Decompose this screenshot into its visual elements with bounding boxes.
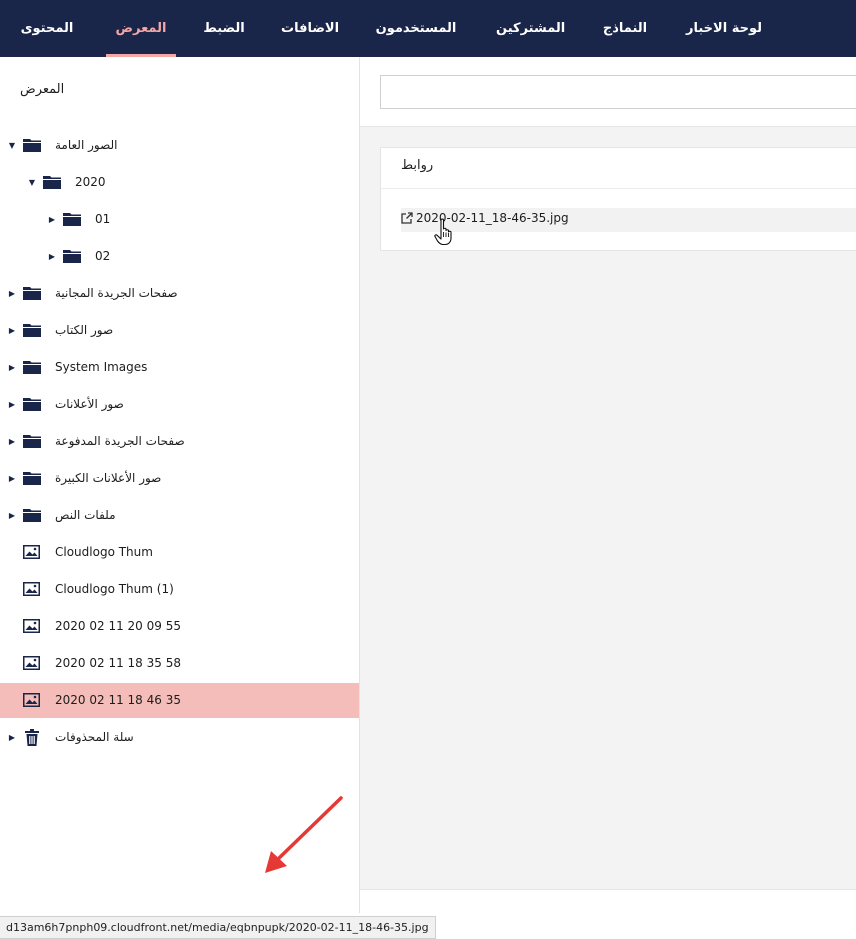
tree-item-system-images[interactable]: ▶ System Images [0, 350, 359, 385]
tree-item-label: 2020 [75, 175, 106, 189]
tab-label: النماذج [602, 21, 648, 36]
tab-label: الاضافات [281, 21, 340, 36]
tree-item-label: سلة المحذوفات [55, 730, 134, 744]
links-panel-header: روابط [381, 148, 856, 189]
tree-item-free-newspaper-pages[interactable]: ▶ صفحات الجريدة المجانية [0, 276, 359, 311]
tree-item-label: ملفات النص [55, 508, 116, 522]
trash-icon [25, 729, 39, 746]
tree-item-02[interactable]: ▶ 02 [0, 239, 359, 274]
tree-item-2020[interactable]: ▼ 2020 [0, 165, 359, 200]
tree-item-label: 01 [95, 212, 111, 226]
folder-icon [23, 139, 41, 152]
gallery-tree-sidebar: المعرض ▼ الصور العامة ▼ 2020 ▶ 01 ▶ 02 ▶… [0, 57, 360, 913]
folder-icon [23, 324, 41, 337]
top-navigation: لوحة الاخبار النماذج المشتركين المستخدمو… [0, 0, 856, 57]
folder-icon [23, 509, 41, 522]
tree-item-large-ads-images[interactable]: ▶ صور الأعلانات الكبيرة [0, 461, 359, 496]
tree-item-label: 2020 02 11 20 09 55 [55, 619, 181, 633]
tab-label: المعرض [115, 21, 167, 36]
tree-item-label: Cloudlogo Thum [55, 545, 153, 559]
tab-plugins[interactable]: الاضافات [281, 0, 340, 57]
tree-item-01[interactable]: ▶ 01 [0, 202, 359, 237]
tab-label: الضبط [203, 21, 245, 36]
caret-right-icon[interactable]: ▶ [7, 424, 17, 459]
tab-news-dashboard[interactable]: لوحة الاخبار [686, 0, 762, 57]
caret-right-icon[interactable]: ▶ [47, 239, 57, 274]
file-link[interactable]: 2020-02-11_18-46-35.jpg [401, 208, 856, 232]
tree-item-label: صور الأعلانات الكبيرة [55, 471, 162, 485]
tree-item-label: الصور العامة [55, 138, 118, 152]
tree-item-recycle-bin[interactable]: ▶ سلة المحذوفات [0, 720, 359, 755]
annotation-arrow-icon [265, 796, 343, 873]
tree-item-label: 02 [95, 249, 111, 263]
tree-item-paid-newspaper-pages[interactable]: ▶ صفحات الجريدة المدفوعة [0, 424, 359, 459]
tab-subscribers[interactable]: المشتركين [496, 0, 566, 57]
tab-label: لوحة الاخبار [686, 21, 762, 36]
tree-item-ads-images[interactable]: ▶ صور الأعلانات [0, 387, 359, 422]
tree-item-cloudlogo-thum-1[interactable]: Cloudlogo Thum (1) [0, 572, 359, 607]
tree-item-label: صور الكتاب [55, 323, 114, 337]
tree-item-label: 2020 02 11 18 35 58 [55, 656, 181, 670]
caret-right-icon[interactable]: ▶ [7, 720, 17, 755]
image-icon [23, 693, 40, 707]
tree-item-label: صفحات الجريدة المدفوعة [55, 434, 185, 448]
sidebar-title: المعرض [20, 82, 65, 97]
tab-content[interactable]: المحتوى [17, 0, 77, 57]
tree-item-label: صفحات الجريدة المجانية [55, 286, 178, 300]
tab-label: المستخدمون [375, 21, 457, 36]
folder-icon [23, 435, 41, 448]
caret-right-icon[interactable]: ▶ [7, 387, 17, 422]
caret-right-icon[interactable]: ▶ [7, 498, 17, 533]
image-icon [23, 545, 40, 559]
caret-right-icon[interactable]: ▶ [7, 276, 17, 311]
caret-down-icon[interactable]: ▼ [7, 128, 17, 163]
tree-item-image-20200211184635[interactable]: 2020 02 11 18 46 35 [0, 683, 359, 718]
browser-status-url: d13am6h7pnph09.cloudfront.net/media/eqbn… [0, 916, 436, 939]
external-link-icon [401, 212, 413, 224]
tab-gallery[interactable]: المعرض [106, 0, 176, 57]
tree-item-label: Cloudlogo Thum (1) [55, 582, 174, 596]
caret-right-icon[interactable]: ▶ [7, 461, 17, 496]
search-bar [360, 57, 856, 127]
search-input[interactable] [380, 75, 856, 109]
folder-icon [23, 398, 41, 411]
tree-item-image-20200211183558[interactable]: 2020 02 11 18 35 58 [0, 646, 359, 681]
folder-icon [23, 361, 41, 374]
caret-right-icon[interactable]: ▶ [7, 313, 17, 348]
folder-icon [63, 213, 81, 226]
folder-icon [43, 176, 61, 189]
image-icon [23, 619, 40, 633]
tree-item-writers-images[interactable]: ▶ صور الكتاب [0, 313, 359, 348]
tree-item-label: System Images [55, 360, 148, 374]
tab-label: المحتوى [20, 21, 74, 36]
folder-icon [23, 472, 41, 485]
main-content: روابط 2020-02-11_18-46-35.jpg [360, 57, 856, 889]
caret-right-icon[interactable]: ▶ [47, 202, 57, 237]
hand-cursor-icon [434, 218, 452, 246]
tree-item-label: 2020 02 11 18 46 35 [55, 693, 181, 707]
tree-item-label: صور الأعلانات [55, 397, 124, 411]
tab-label: المشتركين [496, 21, 566, 36]
links-title: روابط [401, 158, 434, 173]
tab-settings[interactable]: الضبط [202, 0, 246, 57]
tree-item-cloudlogo-thum[interactable]: Cloudlogo Thum [0, 535, 359, 570]
tab-users[interactable]: المستخدمون [374, 0, 458, 57]
tab-forms[interactable]: النماذج [599, 0, 651, 57]
folder-icon [63, 250, 81, 263]
image-icon [23, 656, 40, 670]
tree-item-text-files[interactable]: ▶ ملفات النص [0, 498, 359, 533]
caret-right-icon[interactable]: ▶ [7, 350, 17, 385]
folder-icon [23, 287, 41, 300]
caret-down-icon[interactable]: ▼ [27, 165, 37, 200]
image-icon [23, 582, 40, 596]
tree-item-public-images[interactable]: ▼ الصور العامة [0, 128, 359, 163]
tree-item-image-20200211200955[interactable]: 2020 02 11 20 09 55 [0, 609, 359, 644]
